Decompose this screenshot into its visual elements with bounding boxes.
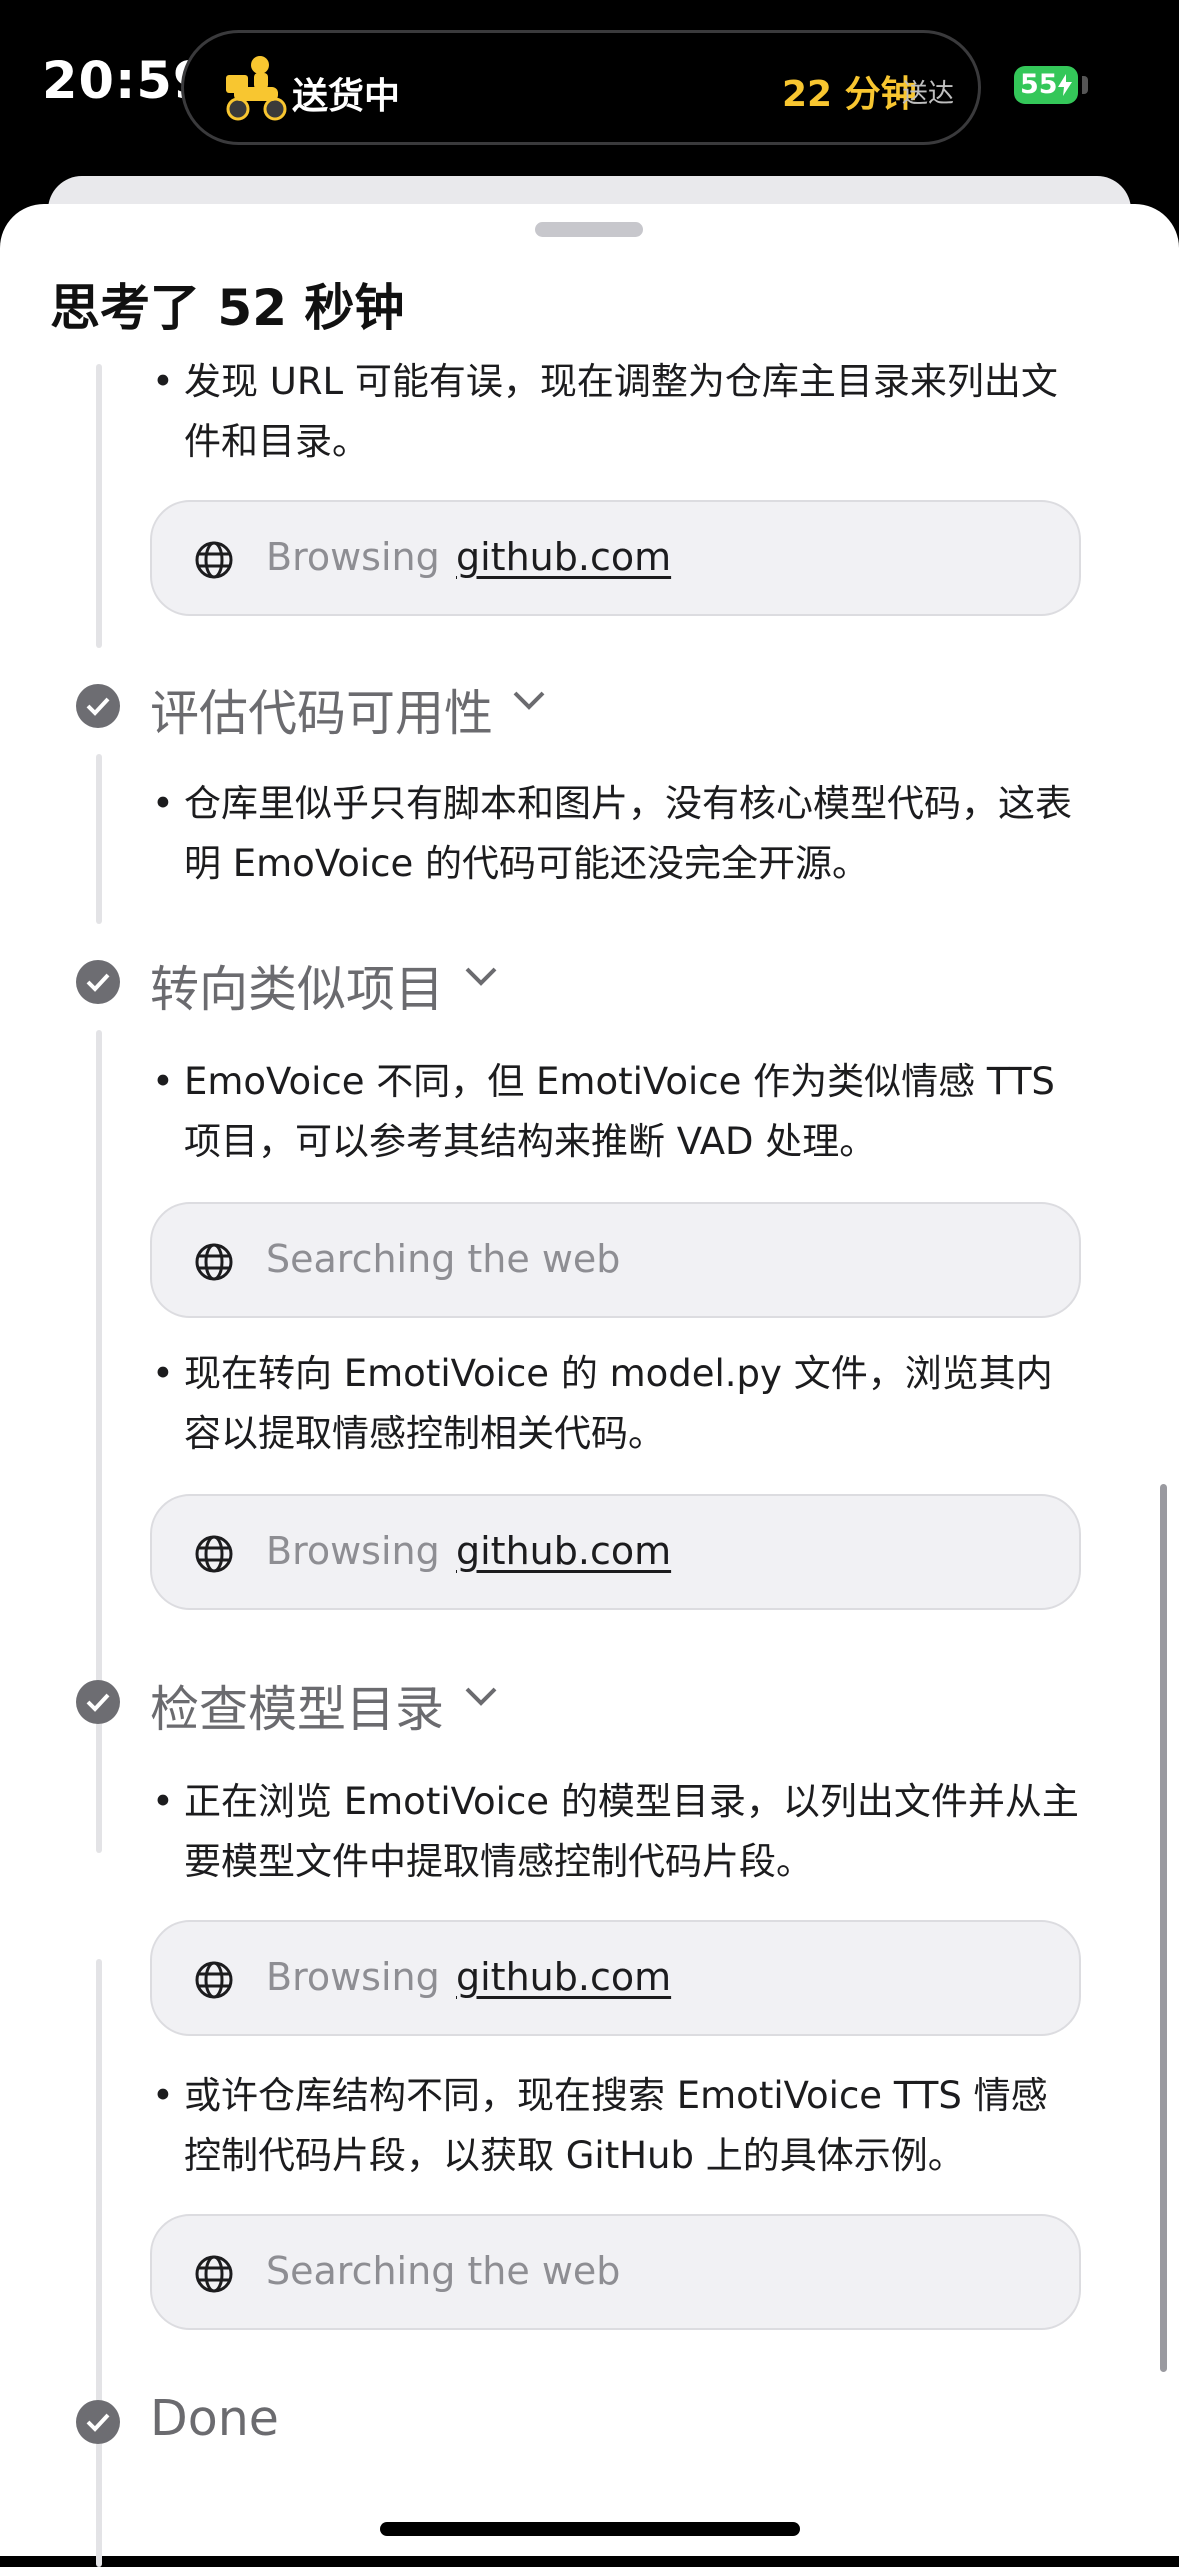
searching-chip[interactable]: Searching the web	[150, 1202, 1081, 1318]
done-label: Done	[150, 2390, 279, 2447]
list-item: • 仓库里似乎只有脚本和图片，没有核心模型代码，这表明 EmoVoice 的代码…	[152, 782, 1072, 885]
battery-icon: 55	[1014, 66, 1078, 104]
list-item: • 现在转向 EmotiVoice 的 model.py 文件，浏览其内容以提取…	[152, 1352, 1053, 1455]
sheet-title: 思考了 52 秒钟	[50, 279, 405, 337]
eta-suffix: 送达	[902, 79, 955, 109]
chip-label: Browsing	[266, 535, 440, 579]
list-item: • 发现 URL 可能有误，现在调整为仓库主目录来列出文件和目录。	[152, 360, 1058, 463]
chip-link[interactable]: github.com	[456, 1955, 671, 1999]
globe-icon	[195, 1961, 233, 1999]
chevron-down-icon[interactable]	[512, 690, 546, 710]
scrollbar[interactable]	[1160, 1484, 1167, 2372]
check-icon	[76, 960, 120, 1004]
live-activity-island[interactable]: 送货中 22 分钟 送达	[181, 30, 981, 145]
chip-link[interactable]: github.com	[456, 1529, 671, 1573]
thinking-sheet: 思考了 52 秒钟 • 发现 URL 可能有误，现在调整为仓库主目录来列出文件和…	[0, 204, 1179, 2567]
status-bar: 20:59 送货中 22 分钟 送达 55	[0, 0, 1179, 175]
chevron-down-icon[interactable]	[464, 966, 498, 986]
timeline-line	[96, 1959, 102, 2567]
timeline-line	[96, 364, 102, 648]
timeline-line	[96, 1030, 102, 1853]
globe-icon	[195, 1243, 233, 1281]
chip-label: Searching the web	[266, 1237, 621, 1281]
globe-icon	[195, 541, 233, 579]
step-title: 转向类似项目	[150, 961, 445, 1018]
home-indicator[interactable]	[380, 2522, 800, 2536]
list-item: • EmoVoice 不同，但 EmotiVoice 作为类似情感 TTS 项目…	[152, 1060, 1055, 1163]
chip-label: Browsing	[266, 1955, 440, 1999]
browsing-chip[interactable]: Browsing github.com	[150, 500, 1081, 616]
battery-cap	[1082, 76, 1088, 94]
sheet-grabber[interactable]	[535, 222, 643, 237]
chip-label: Browsing	[266, 1529, 440, 1573]
list-item: • 正在浏览 EmotiVoice 的模型目录，以列出文件并从主要模型文件中提取…	[152, 1780, 1079, 1883]
eta-value: 22 分钟	[782, 74, 917, 115]
check-icon	[76, 2400, 120, 2444]
timeline-line	[96, 754, 102, 924]
searching-chip[interactable]: Searching the web	[150, 2214, 1081, 2330]
delivery-status-label: 送货中	[292, 76, 401, 117]
globe-icon	[195, 1535, 233, 1573]
chip-label: Searching the web	[266, 2249, 621, 2293]
battery-level: 55	[1020, 69, 1058, 100]
check-icon	[76, 1680, 120, 1724]
check-icon	[76, 684, 120, 728]
list-item: • 或许仓库结构不同，现在搜索 EmotiVoice TTS 情感控制代码片段，…	[152, 2074, 1048, 2177]
step-title: 检查模型目录	[150, 1681, 445, 1738]
browsing-chip[interactable]: Browsing github.com	[150, 1920, 1081, 2036]
browsing-chip[interactable]: Browsing github.com	[150, 1494, 1081, 1610]
globe-icon	[195, 2255, 233, 2293]
delivery-scooter-icon	[226, 56, 287, 121]
step-title: 评估代码可用性	[150, 685, 494, 742]
charging-bolt-icon	[1058, 74, 1072, 96]
chevron-down-icon[interactable]	[464, 1686, 498, 1706]
chip-link[interactable]: github.com	[456, 535, 671, 579]
